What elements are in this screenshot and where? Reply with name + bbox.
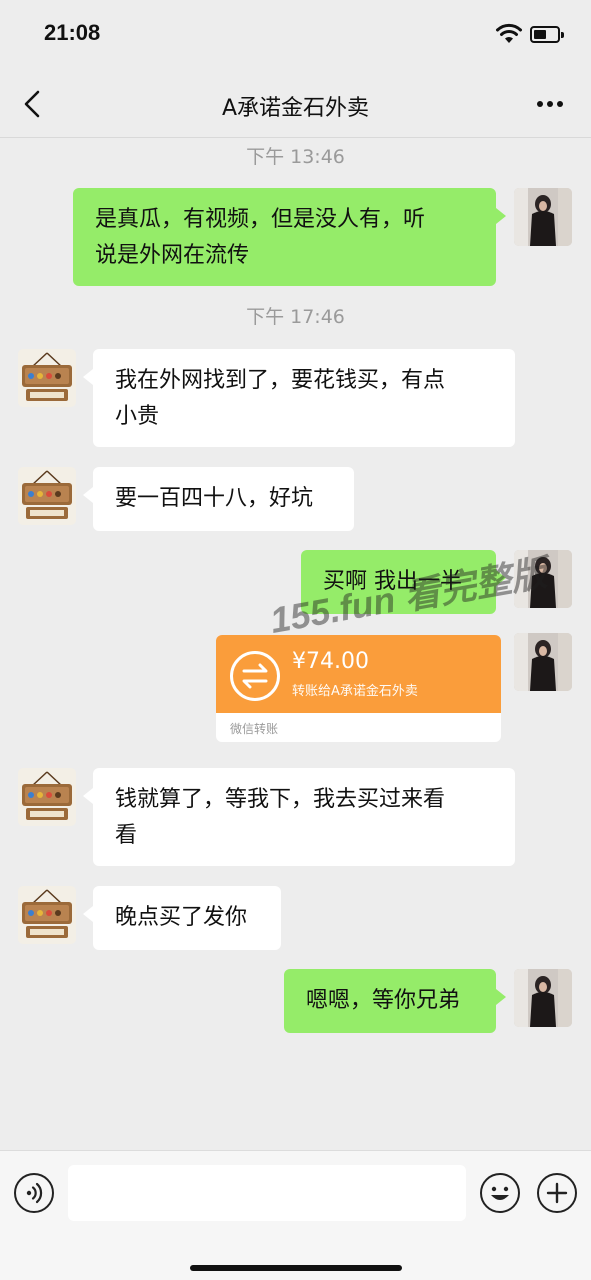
transfer-amount: ¥74.00: [292, 649, 369, 674]
nav-bar: A承诺金石外卖: [0, 70, 591, 138]
message-input[interactable]: [68, 1165, 466, 1221]
avatar[interactable]: [18, 349, 76, 407]
transfer-description: 转账给A承诺金石外卖: [292, 684, 418, 699]
avatar-photo-icon: [514, 188, 572, 246]
avatar[interactable]: [18, 886, 76, 944]
received-message[interactable]: 我在外网找到了，要花钱买，有点 小贵: [83, 349, 515, 447]
avatar-photo-icon: [514, 633, 572, 691]
status-time: 21:08: [44, 20, 101, 45]
received-message[interactable]: 要一百四十八，好坑: [83, 467, 354, 531]
avatar[interactable]: [514, 633, 572, 691]
received-message[interactable]: 晚点买了发你: [83, 886, 281, 950]
avatar-photo-icon: [514, 969, 572, 1027]
avatar-sign-icon: [18, 768, 76, 826]
plus-icon[interactable]: [537, 1173, 577, 1213]
avatar[interactable]: [514, 188, 572, 246]
avatar-sign-icon: [18, 886, 76, 944]
sent-message[interactable]: 是真瓜，有视频，但是没人有，听 说是外网在流传: [73, 188, 506, 286]
more-icon[interactable]: [532, 92, 568, 116]
input-bar: [0, 1150, 591, 1280]
chat-title: A承诺金石外卖: [221, 96, 370, 121]
timestamp: 下午 17:46: [246, 306, 345, 328]
voice-icon[interactable]: [14, 1173, 54, 1213]
avatar-sign-icon: [18, 467, 76, 525]
status-bar: 21:08: [0, 0, 591, 70]
avatar-sign-icon: [18, 349, 76, 407]
transfer-header: ¥74.00 转账给A承诺金石外卖: [216, 635, 501, 713]
timestamp: 下午 13:46: [246, 146, 345, 168]
battery-icon: [530, 26, 564, 43]
home-indicator: [190, 1265, 402, 1271]
avatar[interactable]: [18, 467, 76, 525]
wifi-icon: [496, 23, 522, 43]
transfer-card[interactable]: ¥74.00 转账给A承诺金石外卖 微信转账: [216, 635, 501, 742]
avatar[interactable]: [18, 768, 76, 826]
sent-message[interactable]: 嗯嗯，等你兄弟: [284, 969, 506, 1033]
received-message[interactable]: 钱就算了，等我下，我去买过来看 看: [83, 768, 515, 866]
transfer-footer: 微信转账: [230, 722, 279, 736]
avatar[interactable]: [514, 969, 572, 1027]
emoji-icon[interactable]: [480, 1173, 520, 1213]
transfer-icon: [230, 651, 280, 701]
